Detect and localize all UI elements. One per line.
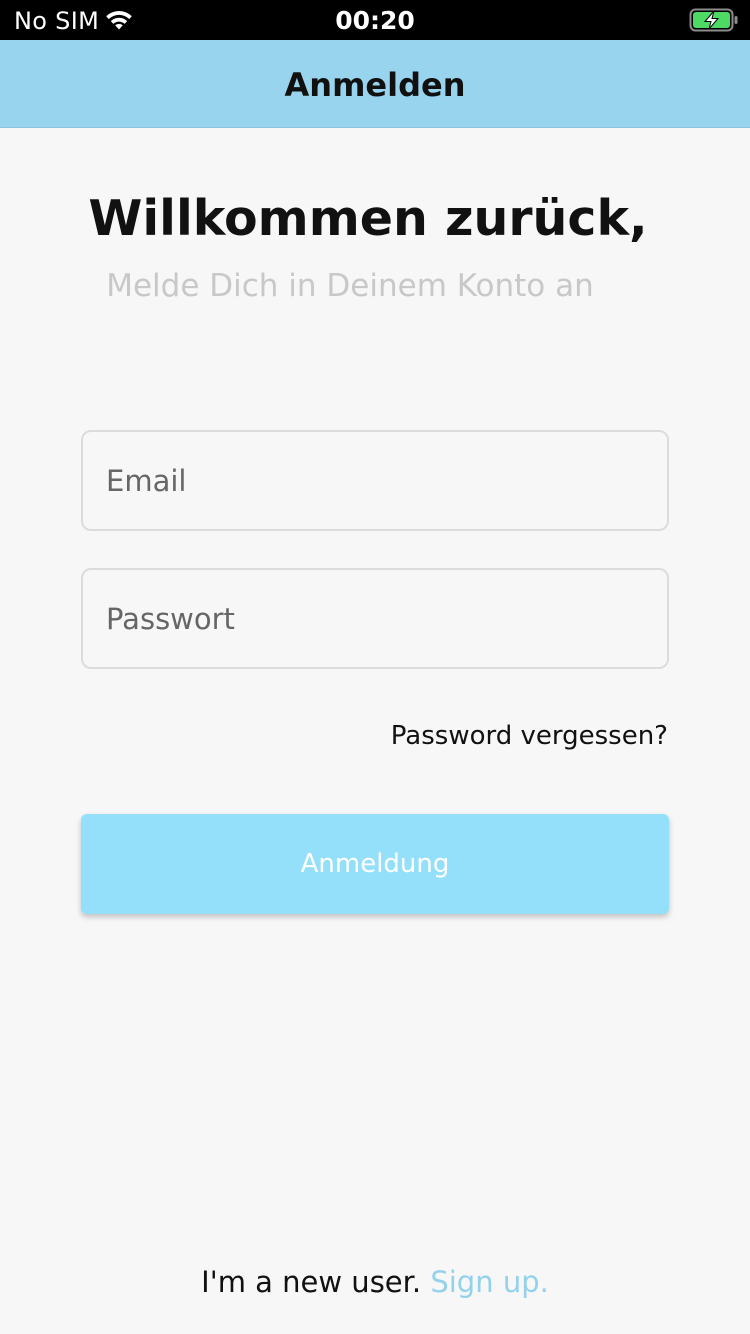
status-bar: No SIM 00:20 (0, 0, 750, 40)
signup-link[interactable]: Sign up. (430, 1265, 548, 1299)
login-button[interactable]: Anmeldung (81, 814, 669, 914)
welcome-title: Willkommen zurück, (88, 190, 648, 247)
battery-charging-icon (689, 8, 738, 32)
welcome-subtitle: Melde Dich in Deinem Konto an (106, 268, 594, 304)
nav-title: Anmelden (284, 66, 466, 104)
status-time: 00:20 (335, 6, 415, 35)
signup-footer: I'm a new user. Sign up. (0, 1265, 750, 1299)
email-input[interactable] (81, 430, 669, 531)
login-screen: No SIM 00:20 Anmelden Willkommen zurück,… (0, 0, 750, 1334)
nav-bar: Anmelden (0, 40, 750, 128)
new-user-prompt: I'm a new user. (201, 1265, 422, 1299)
password-input[interactable] (81, 568, 669, 669)
forgot-password-link[interactable]: Password vergessen? (391, 721, 668, 751)
